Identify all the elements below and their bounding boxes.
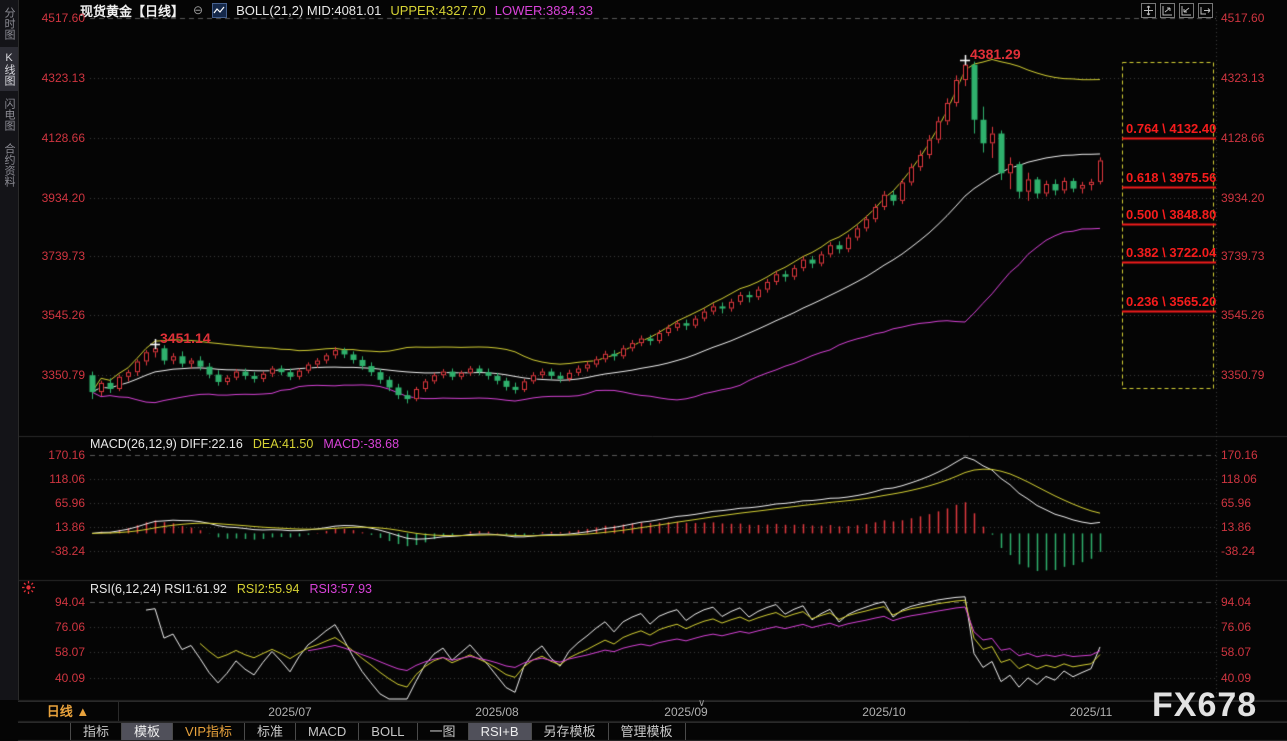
toolbar-item-5[interactable]: BOLL: [359, 723, 417, 740]
price-tick-left: 3739.73: [0, 249, 85, 263]
fib-level-label: 0.764 \ 4132.40: [1126, 121, 1216, 136]
price-annotation: 3451.14: [160, 330, 211, 346]
price-tick-left: 3545.26: [0, 308, 85, 322]
price-tick-left: 4128.66: [0, 131, 85, 145]
price-tick-left: 3350.79: [0, 368, 85, 382]
macd-value: MACD:-38.68: [323, 437, 399, 451]
macd-tick-right: 13.86: [1221, 520, 1251, 534]
macd-dea-value: DEA:41.50: [253, 437, 313, 451]
toolbar-item-0[interactable]: 指标: [70, 723, 122, 740]
rsi2-value: RSI2:55.94: [237, 582, 300, 596]
boll-upper-value: UPPER:4327.70: [390, 3, 485, 18]
price-tick-right: 4128.66: [1221, 131, 1264, 145]
price-tick-right: 3545.26: [1221, 308, 1264, 322]
fib-level-label: 0.382 \ 3722.04: [1126, 245, 1216, 260]
macd-tick-left: 65.96: [0, 496, 85, 510]
toolbar-item-7[interactable]: RSI+B: [469, 723, 532, 740]
export-chart-icon[interactable]: [1198, 3, 1213, 18]
toolbar-item-1[interactable]: 模板: [122, 723, 173, 740]
time-tick: 2025/07: [268, 705, 311, 719]
price-tick-right: 3350.79: [1221, 368, 1264, 382]
macd-tick-left: 118.06: [0, 472, 85, 486]
macd-tick-right: 118.06: [1221, 472, 1257, 486]
price-annotation: 4381.29: [970, 46, 1021, 62]
window-tools: [1141, 3, 1213, 18]
boll-value: BOLL(21,2) MID:4081.01: [236, 3, 381, 18]
toolbar-item-4[interactable]: MACD: [296, 723, 359, 740]
toolbar-item-8[interactable]: 另存模板: [532, 723, 609, 740]
rsi-tick-left: 58.07: [0, 645, 85, 659]
sidebar-tab-3[interactable]: 合约资料: [0, 138, 18, 192]
period-selector[interactable]: 日线 ▲: [18, 702, 119, 721]
macd-panel-header: MACD(26,12,9) DIFF:22.16 DEA:41.50 MACD:…: [90, 437, 399, 451]
time-tick: 2025/09: [664, 705, 707, 719]
fib-level-label: 0.500 \ 3848.80: [1126, 207, 1216, 222]
rsi-panel-header: RSI(6,12,24) RSI1:61.92 RSI2:55.94 RSI3:…: [90, 582, 372, 596]
axis-zoom-out-icon[interactable]: [1179, 3, 1194, 18]
toolbar-item-6[interactable]: 一图: [418, 723, 469, 740]
sidebar-tab-2[interactable]: 闪电图: [0, 93, 18, 136]
price-tick-right: 3739.73: [1221, 249, 1264, 263]
rsi-tick-right: 94.04: [1221, 595, 1251, 609]
main-chart-header: 现货黄金【日线】 ⊖ BOLL(21,2) MID:4081.01 UPPER:…: [80, 2, 593, 18]
macd-tick-left: -38.24: [0, 544, 85, 558]
macd-tick-left: 170.16: [0, 448, 85, 462]
rsi-tick-left: 76.06: [0, 620, 85, 634]
rsi3-value: RSI3:57.93: [309, 582, 372, 596]
time-tick: 2025/10: [862, 705, 905, 719]
toolbar-item-2[interactable]: VIP指标: [173, 723, 245, 740]
indicator-settings-icon[interactable]: [21, 580, 36, 595]
price-tick-left: 4517.60: [0, 11, 85, 25]
macd-tick-right: 65.96: [1221, 496, 1251, 510]
brand-watermark: FX678: [1152, 686, 1257, 725]
toolbar-item-9[interactable]: 管理模板: [609, 723, 686, 740]
axis-zoom-in-icon[interactable]: [1160, 3, 1175, 18]
rsi-tick-left: 94.04: [0, 595, 85, 609]
rsi-tick-left: 40.09: [0, 671, 85, 685]
price-tick-left: 4323.13: [0, 71, 85, 85]
rsi-tick-right: 58.07: [1221, 645, 1251, 659]
indicator-chart-icon: [212, 3, 227, 18]
fib-level-label: 0.236 \ 3565.20: [1126, 294, 1216, 309]
chart-canvas[interactable]: [0, 0, 1287, 741]
bottom-toolbar: 指标模板VIP指标标准MACDBOLL一图RSI+B另存模板管理模板: [18, 722, 1287, 740]
macd-tick-left: 13.86: [0, 520, 85, 534]
price-tick-right: 4323.13: [1221, 71, 1264, 85]
fib-level-label: 0.618 \ 3975.56: [1126, 170, 1216, 185]
macd-tick-right: 170.16: [1221, 448, 1258, 462]
price-tick-right: 4517.60: [1221, 11, 1264, 25]
time-tick: 2025/11: [1070, 705, 1113, 719]
rsi-tick-right: 40.09: [1221, 671, 1251, 685]
macd-diff-value: MACD(26,12,9) DIFF:22.16: [90, 437, 243, 451]
pan-tool-icon[interactable]: [1141, 3, 1156, 18]
boll-lower-value: LOWER:3834.33: [495, 3, 593, 18]
toolbar-item-3[interactable]: 标准: [245, 723, 296, 740]
rsi1-value: RSI(6,12,24) RSI1:61.92: [90, 582, 227, 596]
time-tick: 2025/08: [475, 705, 518, 719]
symbol-title: 现货黄金【日线】: [80, 1, 184, 20]
price-tick-left: 3934.20: [0, 191, 85, 205]
rsi-tick-right: 76.06: [1221, 620, 1251, 634]
collapse-indicator-icon[interactable]: ⊖: [193, 3, 203, 17]
macd-tick-right: -38.24: [1221, 544, 1255, 558]
price-tick-right: 3934.20: [1221, 191, 1264, 205]
time-axis-row: 日线 ▲ ∨ 2025/072025/082025/092025/102025/…: [18, 701, 1287, 723]
chart-application: 分时图K线图闪电图合约资料 现货黄金【日线】 ⊖ BOLL(21,2) MID:…: [0, 0, 1287, 741]
